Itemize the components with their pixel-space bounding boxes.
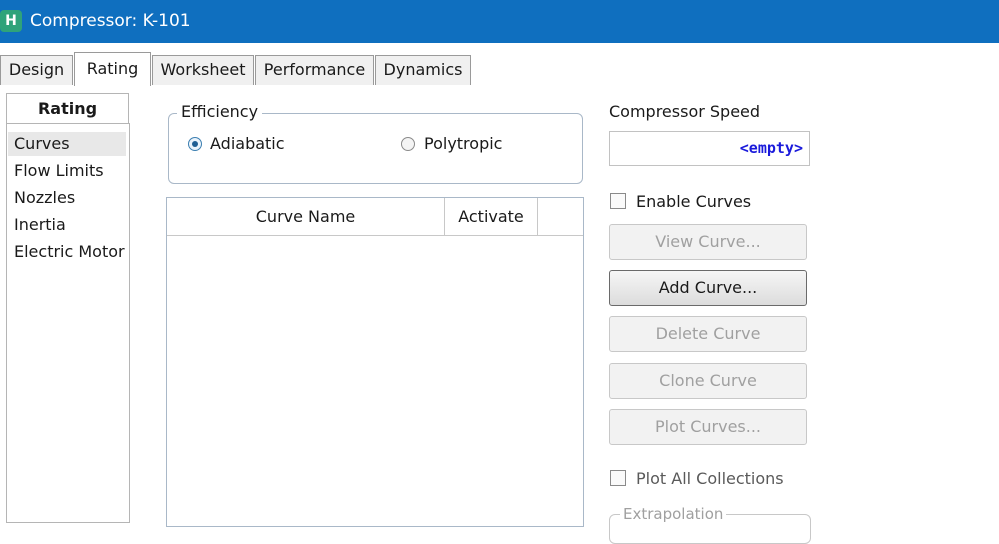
title-bar: H Compressor: K-101 [0, 0, 999, 43]
efficiency-legend: Efficiency [177, 102, 263, 122]
enable-curves-checkbox[interactable] [610, 193, 626, 209]
sidebar-item-inertia[interactable]: Inertia [8, 213, 126, 237]
adiabatic-label[interactable]: Adiabatic [210, 134, 285, 154]
extrapolation-legend: Extrapolation [620, 504, 727, 524]
column-header-activate[interactable]: Activate [445, 198, 538, 235]
view-curve-button[interactable]: View Curve... [609, 224, 807, 260]
polytropic-label[interactable]: Polytropic [424, 134, 502, 154]
curves-table[interactable]: Curve Name Activate [166, 197, 584, 527]
efficiency-group: Efficiency Adiabatic Polytropic [168, 102, 583, 184]
tab-design[interactable]: Design [0, 55, 73, 85]
curves-table-header: Curve Name Activate [167, 198, 583, 236]
add-curve-button[interactable]: Add Curve... [609, 270, 807, 306]
tab-performance[interactable]: Performance [255, 55, 374, 85]
sidebar-item-nozzles[interactable]: Nozzles [8, 186, 126, 210]
delete-curve-button[interactable]: Delete Curve [609, 316, 807, 352]
plot-all-collections-label[interactable]: Plot All Collections [636, 469, 784, 489]
column-header-curve-name[interactable]: Curve Name [167, 198, 445, 235]
compressor-speed-value: <empty> [739, 139, 803, 157]
polytropic-radio[interactable] [401, 137, 415, 151]
tab-strip: Design Rating Worksheet Performance Dyna… [0, 43, 999, 87]
enable-curves-label[interactable]: Enable Curves [636, 192, 751, 212]
sidebar-item-curves[interactable]: Curves [8, 132, 126, 156]
plot-all-collections-checkbox[interactable] [610, 470, 626, 486]
tab-dynamics[interactable]: Dynamics [375, 55, 471, 85]
tab-rating[interactable]: Rating [74, 52, 151, 86]
adiabatic-radio[interactable] [188, 137, 202, 151]
rating-page: Rating Curves Flow Limits Nozzles Inerti… [0, 86, 999, 544]
compressor-speed-label: Compressor Speed [609, 102, 761, 121]
sidebar-title: Rating [6, 93, 129, 123]
sidebar-item-electric-motor[interactable]: Electric Motor [8, 240, 126, 264]
sidebar-item-flow-limits[interactable]: Flow Limits [8, 159, 126, 183]
tab-worksheet[interactable]: Worksheet [152, 55, 254, 85]
sidebar-list: Curves Flow Limits Nozzles Inertia Elect… [6, 123, 130, 523]
app-logo-icon: H [0, 10, 22, 32]
plot-curves-button[interactable]: Plot Curves... [609, 409, 807, 445]
clone-curve-button[interactable]: Clone Curve [609, 363, 807, 399]
window-title: Compressor: K-101 [30, 11, 191, 31]
compressor-speed-field[interactable]: <empty> [609, 131, 810, 166]
